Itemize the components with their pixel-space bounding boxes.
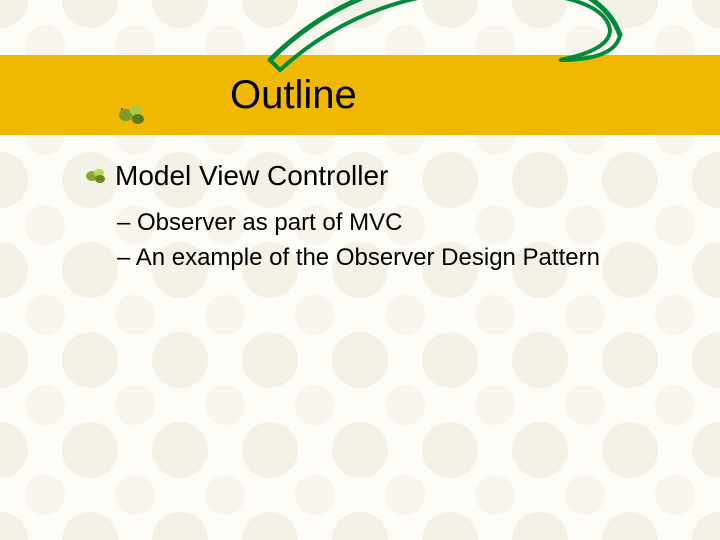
sub-item: – Observer as part of MVC <box>117 206 680 241</box>
swoosh-decoration <box>260 0 640 80</box>
topic-row: Model View Controller <box>85 160 680 192</box>
content-area: Model View Controller – Observer as part… <box>85 160 680 276</box>
leaf-bullet-icon <box>85 168 105 184</box>
title-bullet-icon <box>118 105 148 125</box>
topic-text: Model View Controller <box>115 160 388 192</box>
sub-item: – An example of the Observer Design Patt… <box>117 241 680 276</box>
